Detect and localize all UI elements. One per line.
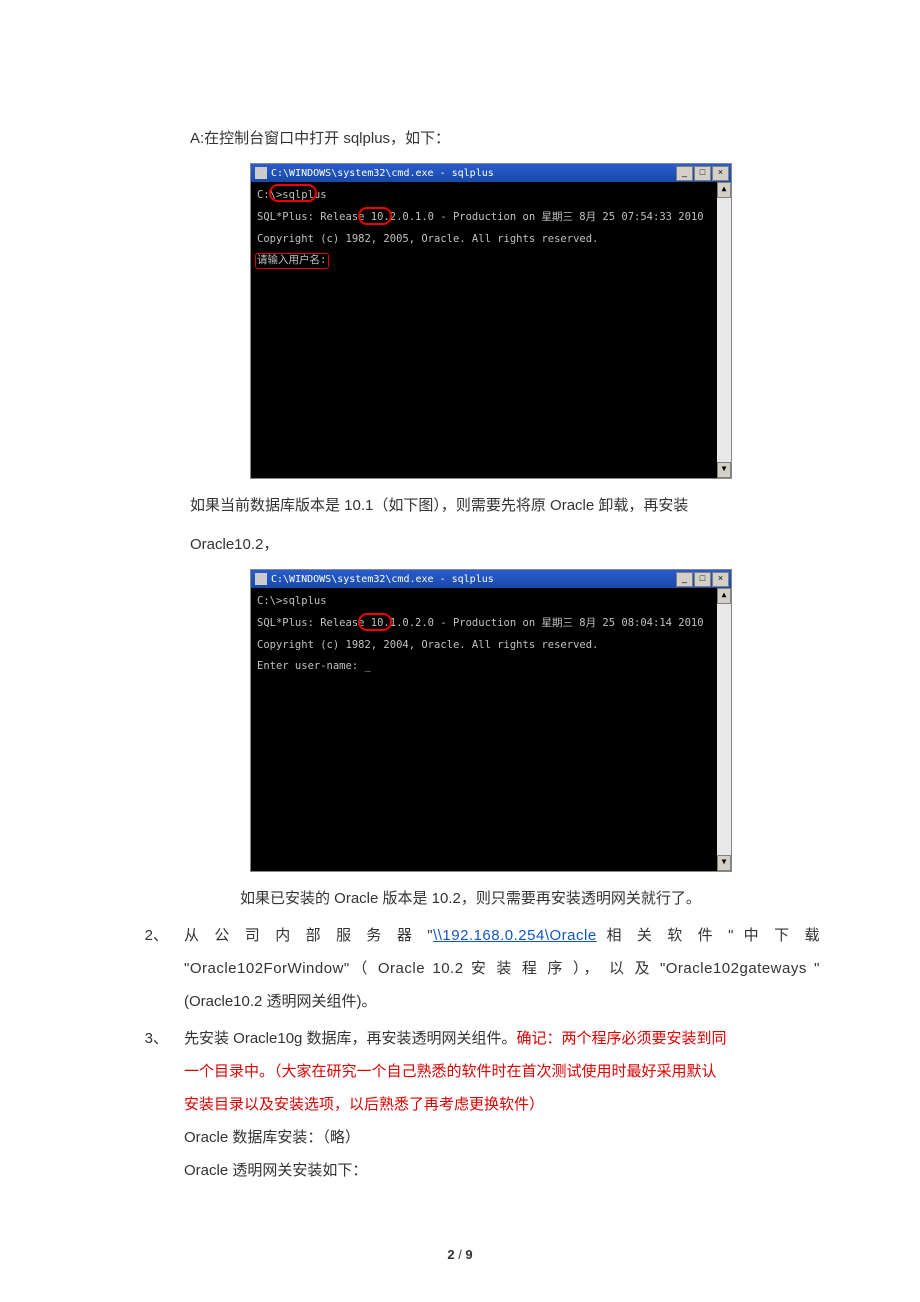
page-sep: / [455, 1247, 466, 1262]
scrollbar[interactable]: ▲ ▼ [717, 182, 731, 478]
scroll-down-icon[interactable]: ▼ [717, 855, 731, 871]
cmd-icon [255, 573, 267, 585]
screenshot-sqlplus-10-2: C:\WINDOWS\system32\cmd.exe - sqlplus _ … [250, 163, 820, 479]
line-a: A:在控制台窗口中打开 sqlplus，如下： [190, 122, 820, 155]
text: 先安装 Oracle10g 数据库，再安装透明网关组件。 [184, 1030, 517, 1047]
text-line: 一个目录中。（大家在研究一个自己熟悉的软件时在首次测试使用时最好采用默认 [184, 1055, 820, 1088]
text: 从 公 司 内 部 服 务 器 " [184, 927, 433, 944]
term-line: C:\>sqlplus [257, 188, 725, 204]
paragraph: 如果当前数据库版本是 10.1（如下图），则需要先将原 Oracle 卸载，再安… [190, 489, 820, 522]
close-button[interactable]: × [712, 572, 729, 587]
list-item-2: 2、 从 公 司 内 部 服 务 器 "\\192.168.0.254\Orac… [100, 919, 820, 1018]
maximize-button[interactable]: □ [694, 572, 711, 587]
text-line: 从 公 司 内 部 服 务 器 "\\192.168.0.254\Oracle … [184, 919, 820, 952]
list-item-3: 3、 先安装 Oracle10g 数据库，再安装透明网关组件。确记：两个程序必须… [100, 1022, 820, 1187]
text-line: Oracle 透明网关安装如下： [184, 1154, 820, 1187]
term-line: C:\>sqlplus [257, 594, 725, 610]
text-red: 确记：两个程序必须要安装到同 [517, 1030, 727, 1047]
scroll-up-icon[interactable]: ▲ [717, 588, 731, 604]
window-titlebar: C:\WINDOWS\system32\cmd.exe - sqlplus _ … [251, 164, 731, 182]
paragraph: Oracle10.2， [190, 528, 820, 561]
term-line: Copyright (c) 1982, 2004, Oracle. All ri… [257, 638, 725, 654]
page-total: 9 [465, 1247, 472, 1262]
terminal-output: C:\>sqlplus SQL*Plus: Release 10.1.0.2.0… [251, 588, 731, 871]
list-number: 2、 [100, 919, 184, 1018]
scroll-up-icon[interactable]: ▲ [717, 182, 731, 198]
term-line: Copyright (c) 1982, 2005, Oracle. All ri… [257, 232, 725, 248]
text-line: Oracle 数据库安装：（略） [184, 1121, 820, 1154]
text-line: 安装目录以及安装选项，以后熟悉了再考虑更换软件） [184, 1088, 820, 1121]
text-line: 先安装 Oracle10g 数据库，再安装透明网关组件。确记：两个程序必须要安装… [184, 1022, 820, 1055]
scroll-down-icon[interactable]: ▼ [717, 462, 731, 478]
maximize-button[interactable]: □ [694, 166, 711, 181]
list-number: 3、 [100, 1022, 184, 1187]
document-page: A:在控制台窗口中打开 sqlplus，如下： C:\WINDOWS\syste… [0, 0, 920, 1302]
page-number: 2 / 9 [0, 1247, 920, 1262]
terminal-output: C:\>sqlplus SQL*Plus: Release 10.2.0.1.0… [251, 182, 731, 478]
term-line: Enter user-name: _ [257, 659, 725, 675]
text: 相 关 软 件 " 中 下 载 [597, 927, 820, 944]
term-line: SQL*Plus: Release 10.2.0.1.0 - Productio… [257, 210, 725, 226]
text-line: "Oracle102ForWindow"（ Oracle 10.2 安 装 程 … [184, 952, 820, 985]
cmd-icon [255, 167, 267, 179]
paragraph: 如果已安装的 Oracle 版本是 10.2，则只需要再安装透明网关就行了。 [240, 882, 820, 915]
window-title: C:\WINDOWS\system32\cmd.exe - sqlplus [271, 168, 676, 179]
scrollbar[interactable]: ▲ ▼ [717, 588, 731, 871]
minimize-button[interactable]: _ [676, 572, 693, 587]
window-title: C:\WINDOWS\system32\cmd.exe - sqlplus [271, 574, 676, 585]
page-current: 2 [447, 1247, 454, 1262]
window-titlebar: C:\WINDOWS\system32\cmd.exe - sqlplus _ … [251, 570, 731, 588]
screenshot-sqlplus-10-1: C:\WINDOWS\system32\cmd.exe - sqlplus _ … [250, 569, 820, 872]
close-button[interactable]: × [712, 166, 729, 181]
term-line: 请输入用户名: [257, 253, 725, 269]
term-line: SQL*Plus: Release 10.1.0.2.0 - Productio… [257, 616, 725, 632]
server-link[interactable]: \\192.168.0.254\Oracle [433, 927, 597, 944]
text-line: (Oracle10.2 透明网关组件)。 [184, 985, 820, 1018]
minimize-button[interactable]: _ [676, 166, 693, 181]
